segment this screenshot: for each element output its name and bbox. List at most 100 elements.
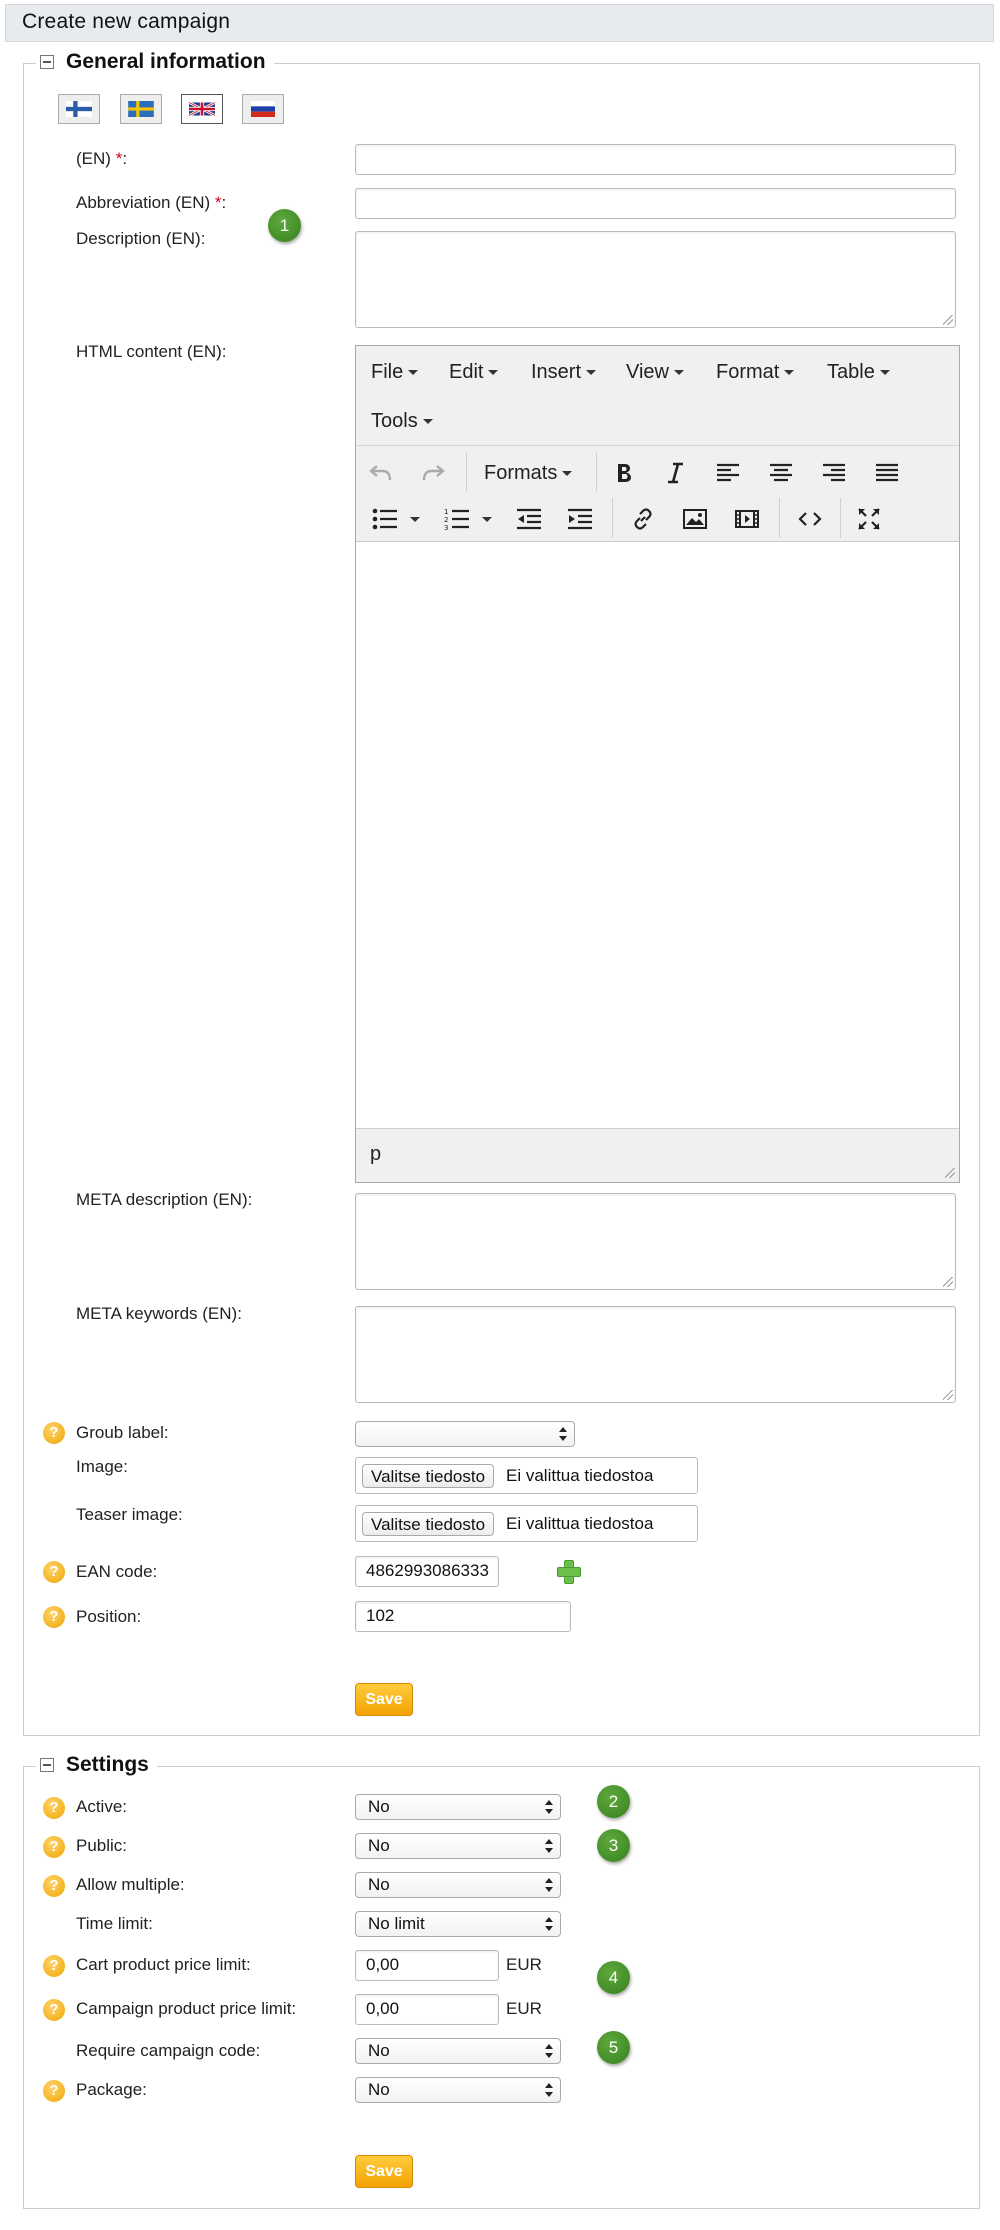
- add-ean-icon[interactable]: [557, 1560, 581, 1584]
- source-code-icon[interactable]: [793, 502, 827, 536]
- help-icon[interactable]: ?: [43, 1797, 65, 1819]
- menu-format[interactable]: Format: [716, 361, 795, 384]
- annotation-badge-1: 1: [268, 209, 301, 242]
- image-file-input: Valitse tiedosto Ei valittua tiedostoa: [355, 1457, 698, 1494]
- flag-russia-icon[interactable]: [242, 94, 284, 124]
- general-information-legend[interactable]: General information: [36, 50, 274, 74]
- allow-multiple-select[interactable]: No: [355, 1872, 561, 1898]
- help-icon[interactable]: ?: [43, 1422, 65, 1444]
- media-icon[interactable]: [730, 502, 764, 536]
- svg-text:2: 2: [444, 516, 448, 524]
- align-right-icon[interactable]: [817, 456, 851, 490]
- annotation-badge-4: 4: [597, 1961, 630, 1994]
- meta-description-label: META description (EN):: [76, 1190, 253, 1209]
- menu-view[interactable]: View: [626, 361, 684, 384]
- collapse-icon[interactable]: [40, 55, 54, 69]
- fullscreen-icon[interactable]: [852, 502, 886, 536]
- campaign-currency-label: EUR: [506, 1999, 542, 2018]
- numbered-list-options-icon[interactable]: [477, 502, 492, 536]
- align-justify-icon[interactable]: [870, 456, 904, 490]
- meta-keywords-label: META keywords (EN):: [76, 1304, 242, 1323]
- resize-grip-icon[interactable]: [945, 1168, 955, 1178]
- help-icon[interactable]: ?: [43, 1999, 65, 2021]
- help-icon[interactable]: ?: [43, 1606, 65, 1628]
- help-icon[interactable]: ?: [43, 1875, 65, 1897]
- require-code-select[interactable]: No: [355, 2038, 561, 2064]
- bullet-list-options-icon[interactable]: [405, 502, 420, 536]
- bullet-list-icon[interactable]: [368, 502, 402, 536]
- menu-insert[interactable]: Insert: [531, 361, 597, 384]
- chevron-down-icon: [562, 471, 573, 477]
- menu-table[interactable]: Table: [827, 361, 890, 384]
- outdent-icon[interactable]: [512, 502, 546, 536]
- image-icon[interactable]: [678, 502, 712, 536]
- menu-file[interactable]: File: [371, 361, 419, 384]
- align-left-icon[interactable]: [711, 456, 745, 490]
- undo-icon[interactable]: [364, 456, 398, 490]
- resize-grip-icon[interactable]: [943, 1390, 953, 1400]
- menu-tools[interactable]: Tools: [371, 410, 433, 433]
- image-label: Image:: [76, 1457, 128, 1476]
- indent-icon[interactable]: [563, 502, 597, 536]
- flag-finland-icon[interactable]: [58, 94, 100, 124]
- align-center-icon[interactable]: [764, 456, 798, 490]
- resize-grip-icon[interactable]: [943, 1277, 953, 1287]
- image-choose-file-button[interactable]: Valitse tiedosto: [362, 1464, 495, 1488]
- group-select[interactable]: [355, 1421, 575, 1447]
- time-limit-select[interactable]: No limit: [355, 1911, 561, 1937]
- package-select[interactable]: No: [355, 2077, 561, 2103]
- public-select[interactable]: No: [355, 1833, 561, 1859]
- help-icon[interactable]: ?: [43, 1836, 65, 1858]
- teaser-choose-file-button[interactable]: Valitse tiedosto: [362, 1512, 495, 1536]
- cart-price-limit-input[interactable]: 0,00: [355, 1950, 499, 1981]
- active-label: Active:: [76, 1797, 128, 1816]
- select-arrows-icon: [559, 1427, 567, 1441]
- settings-legend[interactable]: Settings: [36, 1753, 157, 1777]
- toolbar-separator: [779, 498, 780, 538]
- flag-sweden-icon[interactable]: [120, 94, 162, 124]
- toolbar-separator: [466, 452, 467, 492]
- help-icon[interactable]: ?: [43, 2080, 65, 2102]
- chevron-down-icon: [586, 370, 597, 376]
- active-select[interactable]: No: [355, 1794, 561, 1820]
- description-textarea[interactable]: [355, 231, 956, 328]
- toolbar-separator: [596, 452, 597, 492]
- formats-dropdown[interactable]: Formats: [484, 462, 573, 485]
- meta-keywords-textarea[interactable]: [355, 1306, 956, 1403]
- bold-icon[interactable]: [607, 456, 641, 490]
- editor-content-area[interactable]: [356, 542, 959, 1128]
- select-arrows-icon: [545, 2083, 553, 2097]
- select-arrows-icon: [545, 1839, 553, 1853]
- html-editor: File Edit Insert View Format Table Tools…: [355, 345, 960, 1183]
- italic-icon[interactable]: [658, 456, 692, 490]
- meta-description-textarea[interactable]: [355, 1193, 956, 1290]
- save-general-button[interactable]: Save: [355, 1683, 413, 1716]
- help-icon[interactable]: ?: [43, 1955, 65, 1977]
- name-input[interactable]: [355, 144, 956, 175]
- annotation-badge-3: 3: [597, 1829, 630, 1862]
- redo-icon[interactable]: [416, 456, 450, 490]
- collapse-icon[interactable]: [40, 1758, 54, 1772]
- select-arrows-icon: [545, 1878, 553, 1892]
- teaser-image-label: Teaser image:: [76, 1505, 183, 1524]
- save-settings-button[interactable]: Save: [355, 2155, 413, 2188]
- abbreviation-input[interactable]: [355, 188, 956, 219]
- annotation-badge-2: 2: [597, 1785, 630, 1818]
- ean-code-label: EAN code:: [76, 1562, 158, 1581]
- position-input[interactable]: 102: [355, 1601, 571, 1632]
- abbreviation-label: Abbreviation (EN) *:: [76, 193, 227, 212]
- numbered-list-icon[interactable]: 123: [440, 502, 474, 536]
- description-label: Description (EN):: [76, 229, 206, 248]
- help-icon[interactable]: ?: [43, 1561, 65, 1583]
- chevron-down-icon: [408, 370, 419, 376]
- teaser-file-input: Valitse tiedosto Ei valittua tiedostoa: [355, 1505, 698, 1542]
- element-path[interactable]: p: [370, 1143, 381, 1166]
- resize-grip-icon[interactable]: [943, 315, 953, 325]
- ean-code-input[interactable]: 4862993086333: [355, 1556, 499, 1587]
- name-label: (EN) *:: [76, 149, 128, 168]
- link-icon[interactable]: [626, 502, 660, 536]
- toolbar-separator: [612, 498, 613, 538]
- menu-edit[interactable]: Edit: [449, 361, 499, 384]
- campaign-price-limit-input[interactable]: 0,00: [355, 1994, 499, 2025]
- flag-uk-icon[interactable]: [181, 94, 223, 124]
